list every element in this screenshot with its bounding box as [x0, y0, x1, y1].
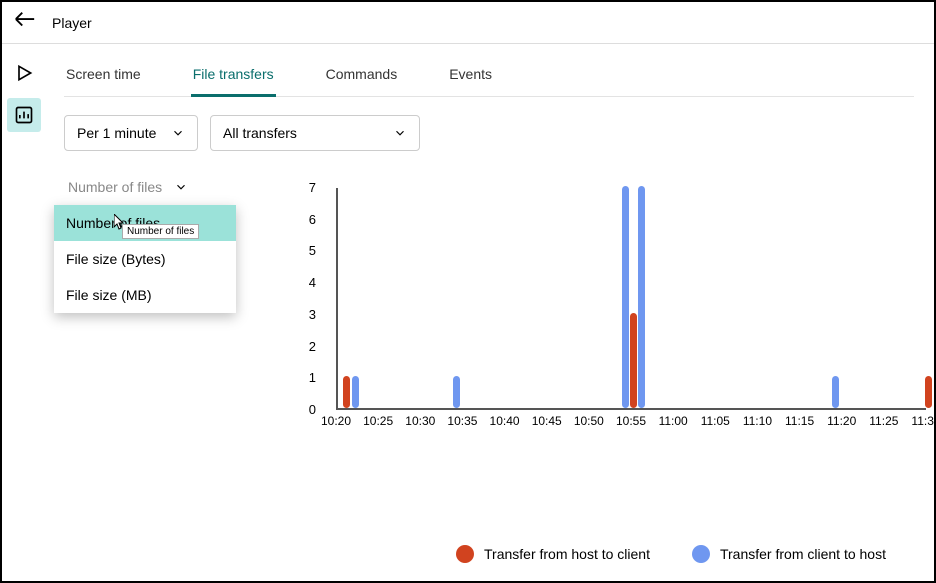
- page-title: Player: [52, 15, 92, 31]
- metric-select[interactable]: Number of files: [66, 169, 200, 205]
- chevron-down-icon: [174, 180, 188, 194]
- x-tick: 10:25: [363, 414, 393, 428]
- x-tick: 11:15: [785, 414, 814, 428]
- x-tick: 10:30: [405, 414, 435, 428]
- direction-value: All transfers: [223, 125, 297, 141]
- interval-value: Per 1 minute: [77, 125, 156, 141]
- header: Player: [2, 2, 934, 44]
- bar: [638, 186, 645, 408]
- tabs: Screen time File transfers Commands Even…: [64, 56, 914, 97]
- x-tick: 11:05: [701, 414, 730, 428]
- bar: [832, 376, 839, 408]
- back-icon[interactable]: [14, 9, 36, 36]
- metric-select-wrap: Number of files Number of files File siz…: [64, 169, 200, 205]
- y-tick: 7: [298, 180, 316, 195]
- x-tick: 10:35: [447, 414, 477, 428]
- bar: [453, 376, 460, 408]
- x-tick: 11:25: [869, 414, 898, 428]
- y-tick: 2: [298, 339, 316, 354]
- y-tick: 1: [298, 370, 316, 385]
- legend-client-to-host: Transfer from client to host: [692, 545, 886, 563]
- bar: [352, 376, 359, 408]
- x-tick: 11:20: [827, 414, 856, 428]
- chart-view-button[interactable]: [7, 98, 41, 132]
- x-tick: 10:40: [490, 414, 520, 428]
- metric-option-file-size-bytes[interactable]: File size (Bytes): [54, 241, 236, 277]
- filters-row: Per 1 minute All transfers: [64, 115, 914, 151]
- play-button[interactable]: [7, 56, 41, 90]
- x-tick: 10:50: [574, 414, 604, 428]
- metric-value: Number of files: [68, 179, 162, 195]
- bar: [630, 313, 637, 408]
- chevron-down-icon: [393, 126, 407, 140]
- x-tick: 11:10: [743, 414, 772, 428]
- x-tick: 11:00: [659, 414, 688, 428]
- tab-file-transfers[interactable]: File transfers: [191, 56, 276, 97]
- chevron-down-icon: [171, 126, 185, 140]
- bar: [343, 376, 350, 408]
- tab-screen-time[interactable]: Screen time: [64, 56, 143, 96]
- x-tick: 10:45: [532, 414, 562, 428]
- interval-select[interactable]: Per 1 minute: [64, 115, 198, 151]
- bar: [622, 186, 629, 408]
- left-rail: [2, 44, 46, 581]
- y-tick: 6: [298, 212, 316, 227]
- x-tick: 10:55: [616, 414, 646, 428]
- x-tick: 11:30: [911, 414, 936, 428]
- bar: [925, 376, 932, 408]
- y-tick: 0: [298, 402, 316, 417]
- x-tick: 10:20: [321, 414, 351, 428]
- y-tick: 3: [298, 307, 316, 322]
- swatch-blue: [692, 545, 710, 563]
- swatch-orange: [456, 545, 474, 563]
- tooltip: Number of files: [122, 224, 199, 239]
- y-tick: 4: [298, 275, 316, 290]
- tab-commands[interactable]: Commands: [324, 56, 400, 96]
- y-tick: 5: [298, 243, 316, 258]
- metric-option-file-size-mb[interactable]: File size (MB): [54, 277, 236, 313]
- direction-select[interactable]: All transfers: [210, 115, 420, 151]
- main: Screen time File transfers Commands Even…: [46, 44, 934, 581]
- legend-label-client: Transfer from client to host: [720, 546, 886, 562]
- legend: Transfer from host to client Transfer fr…: [456, 545, 886, 563]
- chart-plot: [336, 188, 926, 410]
- legend-label-host: Transfer from host to client: [484, 546, 650, 562]
- metric-dropdown: Number of files File size (Bytes) File s…: [54, 205, 236, 313]
- tab-events[interactable]: Events: [447, 56, 494, 96]
- legend-host-to-client: Transfer from host to client: [456, 545, 650, 563]
